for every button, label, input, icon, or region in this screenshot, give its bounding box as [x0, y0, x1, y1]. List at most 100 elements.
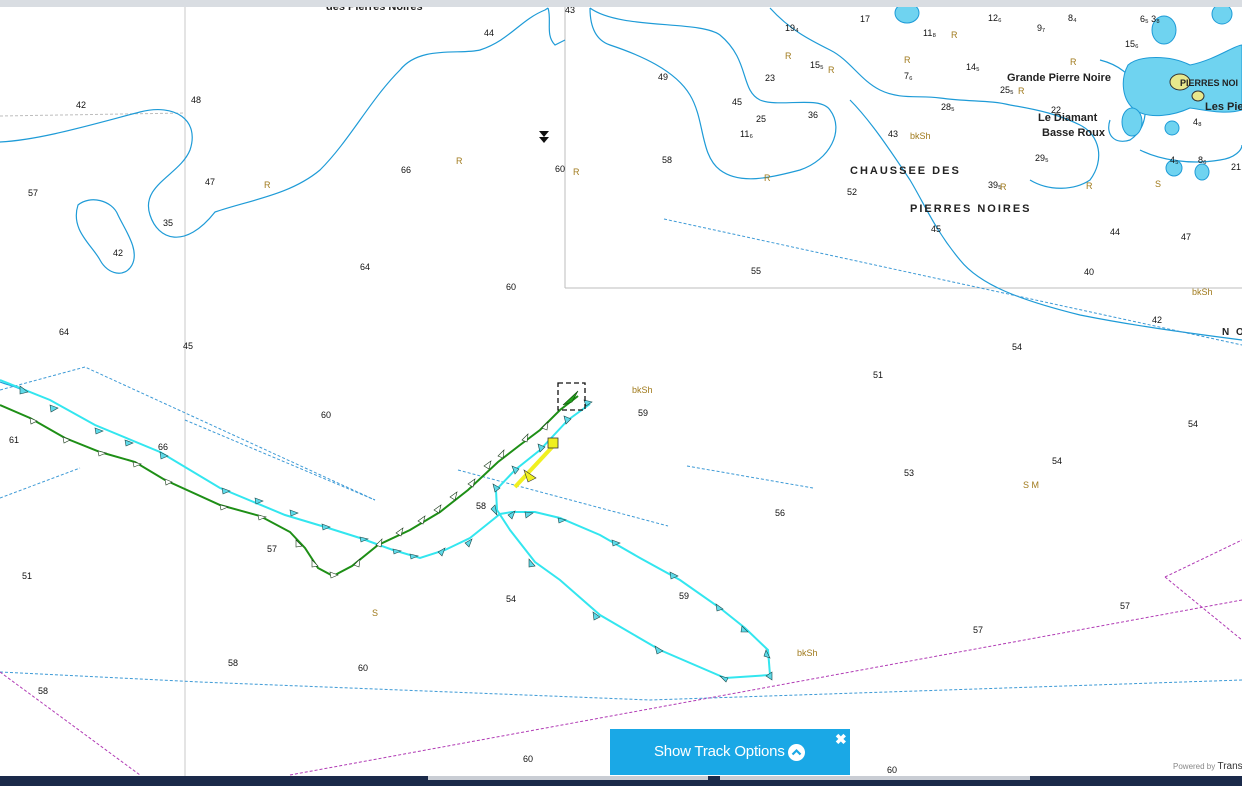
svg-text:29₅: 29₅	[1035, 153, 1049, 163]
sounding: 47	[1181, 232, 1191, 242]
svg-text:9₇: 9₇	[1037, 23, 1045, 33]
svg-text:21: 21	[1231, 162, 1241, 172]
svg-text:15₆: 15₆	[1125, 39, 1139, 49]
svg-text:25₅: 25₅	[1000, 85, 1014, 95]
show-track-options-button[interactable]: Show Track Options ✖	[610, 729, 850, 775]
sounding: 53	[904, 468, 914, 478]
sounding: 35	[163, 218, 173, 228]
svg-text:6₅ 3₈: 6₅ 3₈	[1140, 14, 1160, 24]
topmark-icon	[539, 131, 549, 143]
rock-label: R	[785, 51, 792, 61]
svg-text:15₅: 15₅	[810, 60, 824, 70]
seabed-label: S M	[1023, 480, 1039, 490]
seabed-label: S	[1155, 179, 1161, 189]
sounding: 58	[38, 686, 48, 696]
sounding: 57	[1120, 601, 1130, 611]
svg-text:14₅: 14₅	[966, 62, 980, 72]
place-name: PIERRES NOIRES	[910, 203, 1032, 215]
sounding: 23	[765, 73, 775, 83]
rock-label: R	[1018, 86, 1025, 96]
sounding: 60	[523, 754, 533, 764]
sounding: 17	[860, 14, 870, 24]
sounding: 49	[658, 72, 668, 82]
attribution: Powered by Transa	[1173, 761, 1242, 772]
rock-label: R	[904, 55, 911, 65]
sounding: 58	[228, 658, 238, 668]
place-name: CHAUSSEE DES	[850, 165, 961, 177]
sounding: 45	[183, 341, 193, 351]
seabed-label: bkSh	[1192, 287, 1213, 297]
sounding: 54	[1052, 456, 1062, 466]
vessel-track-cyan	[0, 379, 772, 680]
rock-label: R	[456, 156, 463, 166]
sounding: 42	[113, 248, 123, 258]
sounding: 56	[775, 508, 785, 518]
sounding: 51	[873, 370, 883, 380]
sounding: 64	[360, 262, 370, 272]
place-name: Les Pie	[1205, 101, 1242, 113]
chevron-up-icon[interactable]	[788, 744, 805, 761]
sounding: 66	[401, 165, 411, 175]
rock-labels: R R R R R R R R R R R R	[264, 30, 1093, 192]
sounding: 42	[1152, 315, 1162, 325]
attribution-brand: Transa	[1217, 761, 1242, 772]
seabed-label: bkSh	[797, 648, 818, 658]
place-name: Grande Pierre Noire	[1007, 72, 1111, 84]
nautical-chart[interactable]: 44 42 48 47 57 35 42 66 64 60 60 64 61 6…	[0, 0, 1242, 786]
close-icon[interactable]: ✖	[835, 732, 847, 746]
sounding: 54	[506, 594, 516, 604]
vessel-track-green	[0, 395, 579, 578]
rock-label: R	[1000, 182, 1007, 192]
sounding: 44	[1110, 227, 1120, 237]
sounding: 61	[9, 435, 19, 445]
seabed-label: S	[372, 608, 378, 618]
svg-text:7₆: 7₆	[904, 71, 913, 81]
place-name: Basse Roux	[1042, 127, 1106, 139]
sounding: 64	[59, 327, 69, 337]
sounding: 25	[756, 114, 766, 124]
vessel-position-marker[interactable]	[557, 382, 586, 411]
seabed-label: bkSh	[910, 131, 931, 141]
svg-text:11₆: 11₆	[740, 129, 753, 139]
sounding: 60	[506, 282, 516, 292]
svg-text:4₅: 4₅	[1170, 155, 1179, 165]
track-direction-arrows	[19, 385, 773, 683]
sounding: 57	[973, 625, 983, 635]
bottom-bar-segment	[720, 776, 1030, 780]
sounding: 54	[1012, 342, 1022, 352]
sounding: 43	[888, 129, 898, 139]
sounding: 59	[638, 408, 648, 418]
seabed-labels: bkSh bkSh bkSh bkSh S S M S	[372, 131, 1213, 658]
svg-text:12₆: 12₆	[988, 13, 1002, 23]
shoal-areas	[894, 2, 1242, 181]
rock-label: R	[764, 173, 771, 183]
svg-text:4₈: 4₈	[1193, 117, 1202, 127]
sounding: 60	[887, 765, 897, 775]
sounding: 47	[205, 177, 215, 187]
place-name: N O	[1222, 327, 1242, 338]
sounding: 48	[191, 95, 201, 105]
svg-text:28₅: 28₅	[941, 102, 955, 112]
sounding: 57	[28, 188, 38, 198]
rock-label: R	[828, 65, 835, 75]
sounding: 36	[808, 110, 818, 120]
sounding: 54	[1188, 419, 1198, 429]
sounding: 60	[358, 663, 368, 673]
sounding: 58	[662, 155, 672, 165]
sounding: 45	[931, 224, 941, 234]
sounding: 59	[679, 591, 689, 601]
sounding: 44	[484, 28, 494, 38]
bottom-bar-segment	[428, 776, 708, 780]
rock-label: R	[1086, 181, 1093, 191]
svg-text:19₄: 19₄	[785, 23, 799, 33]
sounding: 52	[847, 187, 857, 197]
top-toolbar-strip	[0, 0, 1242, 7]
show-track-options-label: Show Track Options	[654, 743, 785, 760]
rock-label: R	[951, 30, 958, 40]
sounding: 40	[1084, 267, 1094, 277]
rock-label: R	[573, 167, 580, 177]
seabed-label: bkSh	[632, 385, 653, 395]
soundings: 44 42 48 47 57 35 42 66 64 60 60 64 61 6…	[9, 5, 1198, 775]
depth-contours	[0, 7, 1242, 390]
sounding: 51	[22, 571, 32, 581]
